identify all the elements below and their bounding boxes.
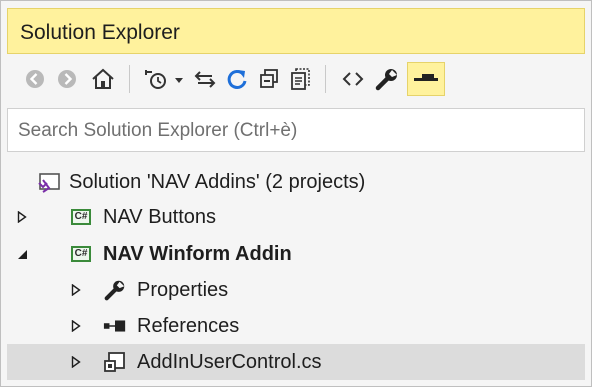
tree-item-references[interactable]: References [7, 308, 585, 344]
solution-tree: Solution 'NAV Addins' (2 projects) C# NA… [7, 159, 585, 381]
collapsed-arrow-icon[interactable] [69, 319, 83, 333]
tree-item-properties[interactable]: Properties [7, 272, 585, 308]
collapsed-arrow-icon[interactable] [69, 283, 83, 297]
solution-icon [37, 170, 61, 194]
expanded-arrow-icon[interactable] [15, 247, 29, 261]
sync-with-active-document-button[interactable] [189, 63, 221, 95]
tree-item-addinusercontrol-cs[interactable]: AddInUserControl.cs [7, 344, 585, 380]
collapse-all-button[interactable] [253, 63, 285, 95]
tree-item-label: References [137, 314, 240, 337]
show-all-files-icon [291, 68, 310, 90]
collapse-all-icon [260, 69, 278, 88]
clock-filter-icon [145, 70, 183, 89]
properties-button[interactable] [371, 63, 403, 95]
collapsed-arrow-icon[interactable] [15, 210, 29, 224]
wrench-icon [103, 278, 127, 302]
tree-item-label: AddInUserControl.cs [137, 350, 322, 373]
back-arrow-icon [26, 70, 44, 88]
home-icon [92, 68, 114, 89]
tree-item-solution[interactable]: Solution 'NAV Addins' (2 projects) [7, 164, 585, 200]
refresh-button[interactable] [221, 63, 253, 95]
pending-changes-filter-button[interactable] [141, 63, 187, 95]
auto-hide-pin-button[interactable] [407, 62, 445, 96]
tree-item-label: Solution 'NAV Addins' (2 projects) [69, 170, 366, 193]
user-control-icon [103, 350, 127, 374]
references-icon [103, 314, 127, 338]
tree-item-label: NAV Buttons [103, 205, 217, 228]
tree-item-nav-buttons[interactable]: C# NAV Buttons [7, 199, 585, 235]
wrench-icon [375, 69, 397, 91]
tree-item-label: Properties [137, 278, 229, 301]
toolbar [7, 55, 585, 103]
refresh-icon [227, 69, 247, 89]
tree-item-nav-winform-addin[interactable]: C# NAV Winform Addin [7, 236, 585, 272]
search-input[interactable] [16, 117, 580, 145]
collapsed-arrow-icon[interactable] [69, 355, 83, 369]
code-brackets-icon [342, 72, 364, 86]
toolbar-separator [325, 65, 326, 93]
panel-title: Solution Explorer [20, 21, 180, 44]
forward-button[interactable] [51, 63, 83, 95]
panel-title-bar[interactable]: Solution Explorer [7, 8, 585, 54]
tree-item-label: NAV Winform Addin [103, 242, 292, 265]
pin-icon [414, 74, 438, 81]
home-button[interactable] [87, 63, 119, 95]
view-code-button[interactable] [337, 63, 369, 95]
show-all-files-button[interactable] [285, 63, 317, 95]
sync-arrows-icon [194, 71, 216, 88]
forward-arrow-icon [58, 70, 76, 88]
csharp-project-icon: C# [69, 242, 93, 266]
toolbar-separator [129, 65, 130, 93]
csharp-project-icon: C# [69, 205, 93, 229]
solution-explorer-panel: Solution Explorer Search Solution Explor… [0, 0, 592, 387]
search-box[interactable] [7, 108, 585, 152]
back-button[interactable] [19, 63, 51, 95]
